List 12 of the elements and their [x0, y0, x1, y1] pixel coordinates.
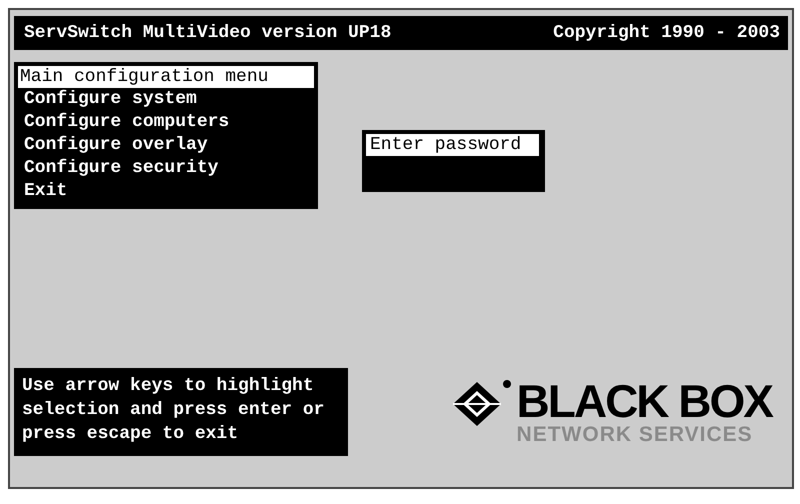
copyright-text: Copyright 1990 - 2003	[553, 22, 780, 44]
menu-item[interactable]: Configure security	[18, 157, 314, 180]
menu-item[interactable]: Configure overlay	[18, 134, 314, 157]
menu-item[interactable]: Exit	[18, 180, 314, 203]
logo-wordmark: BLACK BOX	[516, 378, 772, 424]
menu-item[interactable]: Configure system	[18, 88, 314, 111]
app-title: ServSwitch MultiVideo version UP18	[24, 22, 392, 44]
menu-title: Main configuration menu	[18, 66, 314, 88]
help-text: Use arrow keys to highlight selection and press enter or press escape to exit	[14, 368, 348, 456]
menu-item[interactable]: Configure computers	[18, 111, 314, 134]
logo-tagline: NETWORK SERVICES	[516, 424, 754, 446]
dialog-title: Enter password	[366, 134, 539, 156]
